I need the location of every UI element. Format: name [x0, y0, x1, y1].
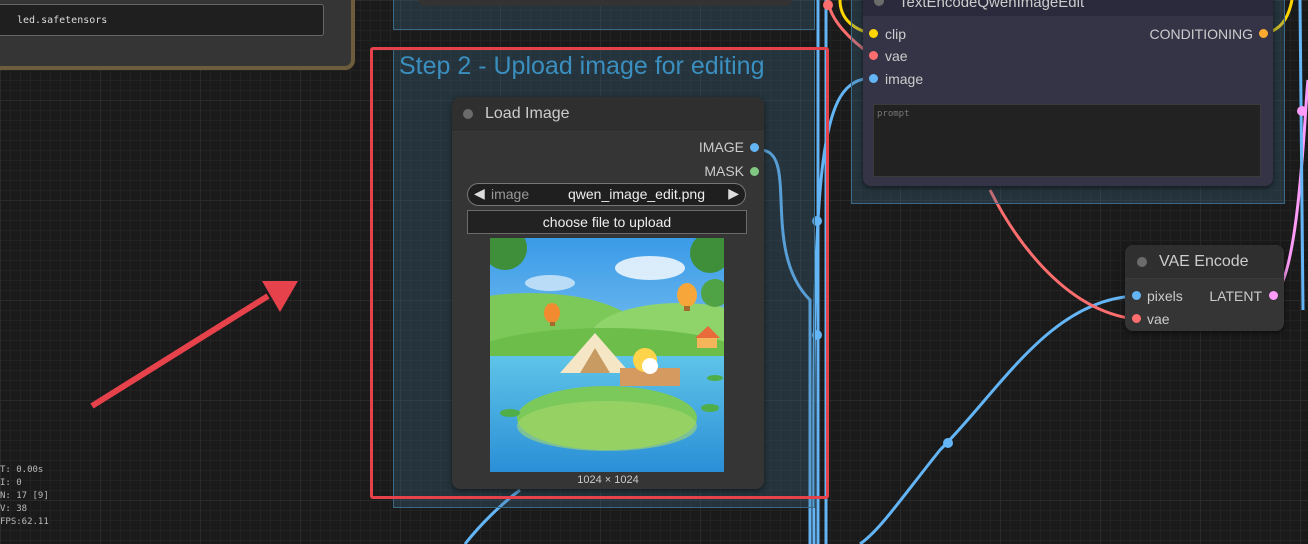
arrow-shaft — [90, 293, 270, 409]
stat-fps: FPS:62.11 — [0, 517, 49, 527]
stat-i: I: 0 — [0, 478, 22, 488]
stat-v: V: 38 — [0, 504, 28, 514]
stat-time: T: 0.00s — [0, 465, 44, 475]
stat-nodes: N: 17 [9] — [0, 491, 49, 501]
stats-overlay: T: 0.00s I: 0 N: 17 [9] V: 38 FPS:62.11 — [0, 464, 49, 529]
arrow-annotation — [90, 281, 298, 409]
